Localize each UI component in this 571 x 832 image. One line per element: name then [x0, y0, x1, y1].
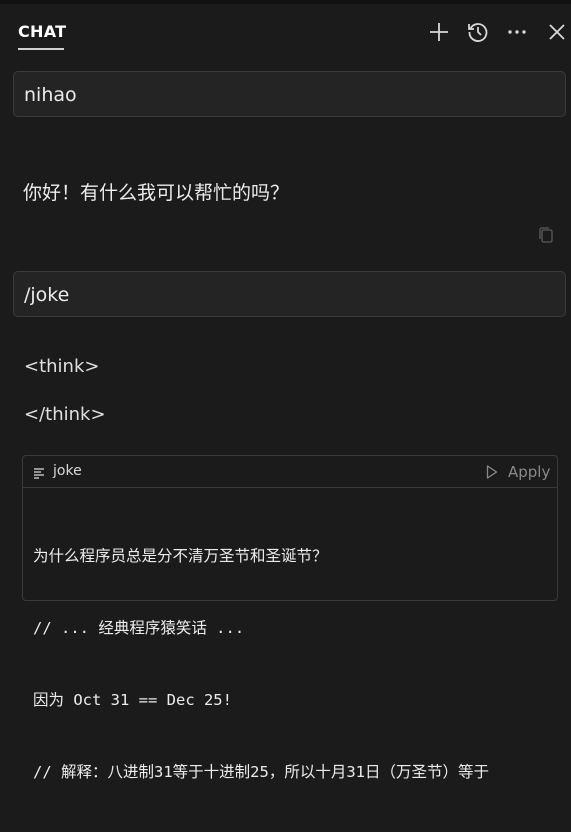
code-line: 为什么程序员总是分不清万圣节和圣诞节？ [33, 547, 328, 565]
chat-header: CHAT [0, 4, 571, 54]
code-content: 为什么程序员总是分不清万圣节和圣诞节？ // ... 经典程序猿笑话 ... 因… [33, 496, 553, 832]
close-icon[interactable] [545, 20, 569, 44]
more-icon[interactable] [505, 20, 529, 44]
code-line: 因为 Oct 31 == Dec 25! [33, 691, 232, 709]
play-icon [485, 464, 499, 480]
user-message-text: nihao [24, 84, 77, 106]
code-line: // ... 经典程序猿笑话 ... [33, 619, 245, 637]
code-block-header: joke Apply [23, 456, 557, 488]
user-message[interactable]: /joke [13, 271, 566, 317]
text-lines-icon [32, 465, 46, 479]
code-language-label: joke [53, 463, 82, 479]
history-icon[interactable] [466, 20, 490, 44]
assistant-message-text: 你好！有什么我可以帮忙的吗？ [23, 182, 290, 204]
user-message-text: /joke [24, 284, 70, 306]
code-block: joke Apply 为什么程序员总是分不清万圣节和圣诞节？ // ... 经典… [22, 455, 558, 781]
think-open-tag: <think> [24, 356, 100, 377]
think-close-tag: </think> [24, 404, 106, 425]
code-line: // 解释：八进制31等于十进制25，所以十月31日（万圣节）等于 [33, 763, 489, 781]
tab-active-indicator [18, 48, 64, 50]
copy-icon[interactable] [537, 226, 555, 244]
tab-chat[interactable]: CHAT [18, 22, 66, 41]
user-message[interactable]: nihao [13, 71, 566, 117]
apply-label: Apply [508, 463, 551, 481]
plus-icon[interactable] [427, 20, 451, 44]
